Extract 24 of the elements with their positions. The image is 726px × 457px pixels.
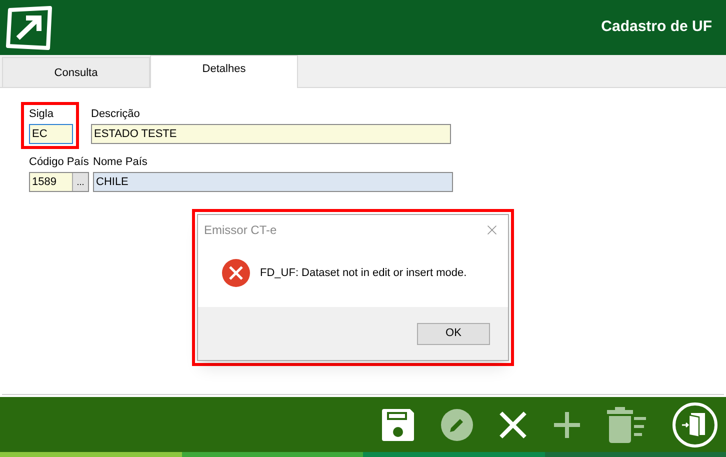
exit-button[interactable] [672,400,718,448]
save-icon [380,406,416,442]
input-field[interactable]: ESTADO TESTE [91,124,451,144]
field-label: Sigla [29,108,54,121]
lookup-button[interactable]: ... [72,173,88,191]
field-label: Código País [29,156,89,169]
input-field[interactable]: CHILE [93,172,453,192]
window-title: Cadastro de UF [601,17,712,38]
tab[interactable]: Consulta [2,57,150,87]
ok-button[interactable]: OK [417,322,490,344]
input-field[interactable]: 1589 ... [29,172,89,192]
exit-door-icon [672,402,718,448]
arrow-logo-icon [4,6,54,50]
error-message: FD_UF: Dataset not in edit or insert mode. [260,266,467,281]
trash-icon [606,406,648,442]
pencil-icon [440,408,474,442]
field-label: Descrição [91,108,141,121]
input-field[interactable]: EC [29,124,73,144]
tab[interactable]: Detalhes [150,55,298,88]
dialog-title: Emissor CT-e [204,222,277,239]
close-icon [498,410,528,440]
plus-icon [552,410,582,440]
field-label: Nome País [93,156,148,169]
error-icon [222,259,250,287]
